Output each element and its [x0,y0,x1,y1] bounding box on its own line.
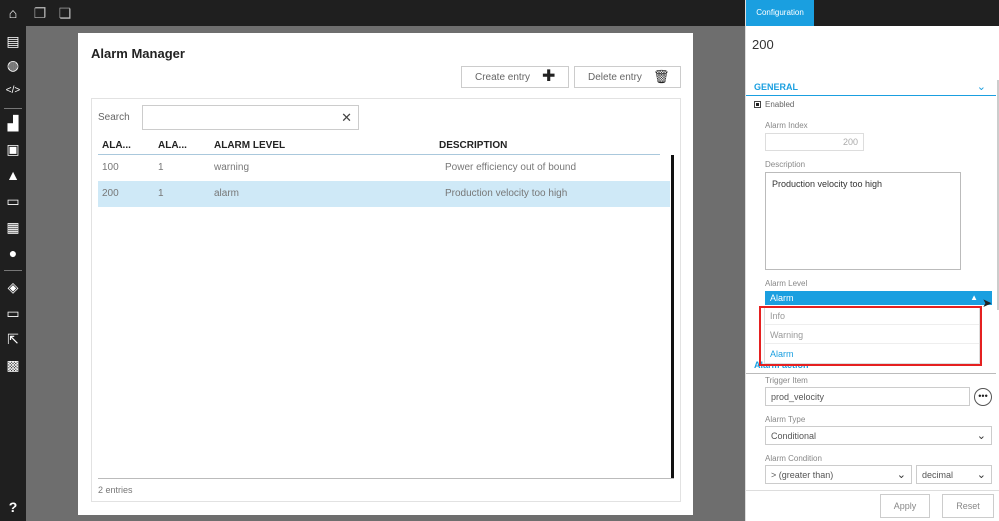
enabled-label: Enabled [765,100,795,109]
search-input[interactable]: ✕ [142,105,359,130]
table-cell: 100 [102,162,119,173]
alarm-manager-card: Alarm Manager Create entry ✚ Delete entr… [78,33,693,515]
alarm-type-value: Conditional [771,431,817,441]
clear-icon[interactable]: ✕ [341,110,352,126]
delete-entry-label: Delete entry [588,72,642,83]
display-settings-icon[interactable]: ▭ [4,304,22,322]
alarm-level-select[interactable]: Alarm ▲ [765,291,992,305]
alarm-condition-value: > (greater than) [771,470,834,480]
grid-icon[interactable]: ▩ [4,356,22,374]
table-cell: Production velocity too high [445,188,568,199]
alarm-level-label: Alarm Level [765,279,808,288]
chevron-down-icon: ⌄ [976,81,986,93]
enabled-checkbox[interactable] [754,101,761,108]
table-row[interactable]: 200 1 alarm Production velocity too high [98,181,670,207]
table-cell: 1 [158,162,164,173]
panel-icon[interactable]: ▤ [4,32,22,50]
column-header[interactable]: ALA... [158,140,187,151]
table-cell: 1 [158,188,164,199]
export-icon[interactable]: ⇱ [4,330,22,348]
alarm-index-field[interactable]: 200 [765,133,864,151]
alarm-type-select[interactable]: Conditional ⌄ [765,426,992,445]
card-icon[interactable]: ▭ [4,192,22,210]
alarm-condition-label: Alarm Condition [765,454,822,463]
delete-entry-button[interactable]: Delete entry 🗑 [574,66,681,88]
chevron-up-icon: ▲ [970,293,978,302]
help-icon[interactable]: ? [4,498,22,516]
list-icon[interactable]: ▦ [4,218,22,236]
left-sidebar: ▤ ◍ </> ▟ ▣ ▲ ▭ ▦ ● ◈ ▭ ⇱ ▩ ? [0,26,26,521]
reset-button[interactable]: Reset [942,494,994,518]
code-icon[interactable]: </> [4,82,22,100]
trigger-item-label: Trigger Item [765,376,808,385]
tab-configuration[interactable]: Configuration [746,0,814,26]
description-field[interactable]: Production velocity too high [765,172,961,270]
column-header[interactable]: DESCRIPTION [439,140,507,151]
mouse-cursor-icon: ➤ [982,296,993,310]
user-icon[interactable]: ● [4,244,22,262]
box-icon[interactable]: ◈ [4,278,22,296]
create-entry-button[interactable]: Create entry ✚ [461,66,569,88]
table-cell: Power efficiency out of bound [445,162,577,173]
configuration-panel: Configuration 200 GENERAL ⌄ Enabled Alar… [745,0,999,521]
entries-count: 2 entries [98,485,133,495]
plus-icon: ✚ [542,68,556,85]
chevron-down-icon: ⌄ [976,430,986,442]
alarm-condition-select[interactable]: > (greater than) ⌄ [765,465,912,484]
trigger-item-field[interactable]: prod_velocity [765,387,970,406]
table-cell: 200 [102,188,119,199]
section-title: GENERAL [754,82,799,92]
alarm-type-label: Alarm Type [765,415,806,424]
paste-icon[interactable]: ❏ [57,5,73,21]
factory-icon[interactable]: ▟ [4,114,22,132]
table-cell: warning [214,162,250,173]
apply-button[interactable]: Apply [880,494,930,518]
more-options-button[interactable]: ••• [974,388,992,406]
globe-settings-icon[interactable]: ◍ [4,56,22,74]
alarm-index-label: Alarm Index [765,121,808,130]
home-icon[interactable]: ⌂ [5,5,21,21]
column-header[interactable]: ALA... [102,140,131,151]
chart-icon[interactable]: ▣ [4,140,22,158]
entry-id: 200 [752,37,774,52]
description-label: Description [765,160,806,169]
page-title: Alarm Manager [91,46,185,61]
warning-icon[interactable]: ▲ [4,166,22,184]
table-row[interactable]: 100 1 warning Power efficiency out of bo… [98,155,670,181]
alarm-level-value: Alarm [770,293,794,303]
trash-icon: 🗑 [653,69,670,84]
table-scrollbar[interactable] [671,155,674,478]
condition-type-value: decimal [922,470,954,480]
general-section-header[interactable]: GENERAL ⌄ [746,80,996,96]
column-header[interactable]: ALARM LEVEL [214,140,285,151]
alarm-action-section-header[interactable]: Alarm action [746,360,996,374]
table-cell: alarm [214,188,240,199]
alarm-table: Search ✕ ALA... ALA... ALARM LEVEL DESCR… [91,98,681,502]
search-label: Search [98,112,130,123]
create-entry-label: Create entry [475,72,531,83]
condition-type-select[interactable]: decimal ⌄ [916,465,992,484]
panel-header: Configuration [746,0,999,26]
chevron-down-icon: ⌄ [976,469,986,481]
chevron-down-icon: ⌄ [896,469,906,481]
copy-icon[interactable]: ❐ [32,5,48,21]
highlight-box [759,306,982,366]
